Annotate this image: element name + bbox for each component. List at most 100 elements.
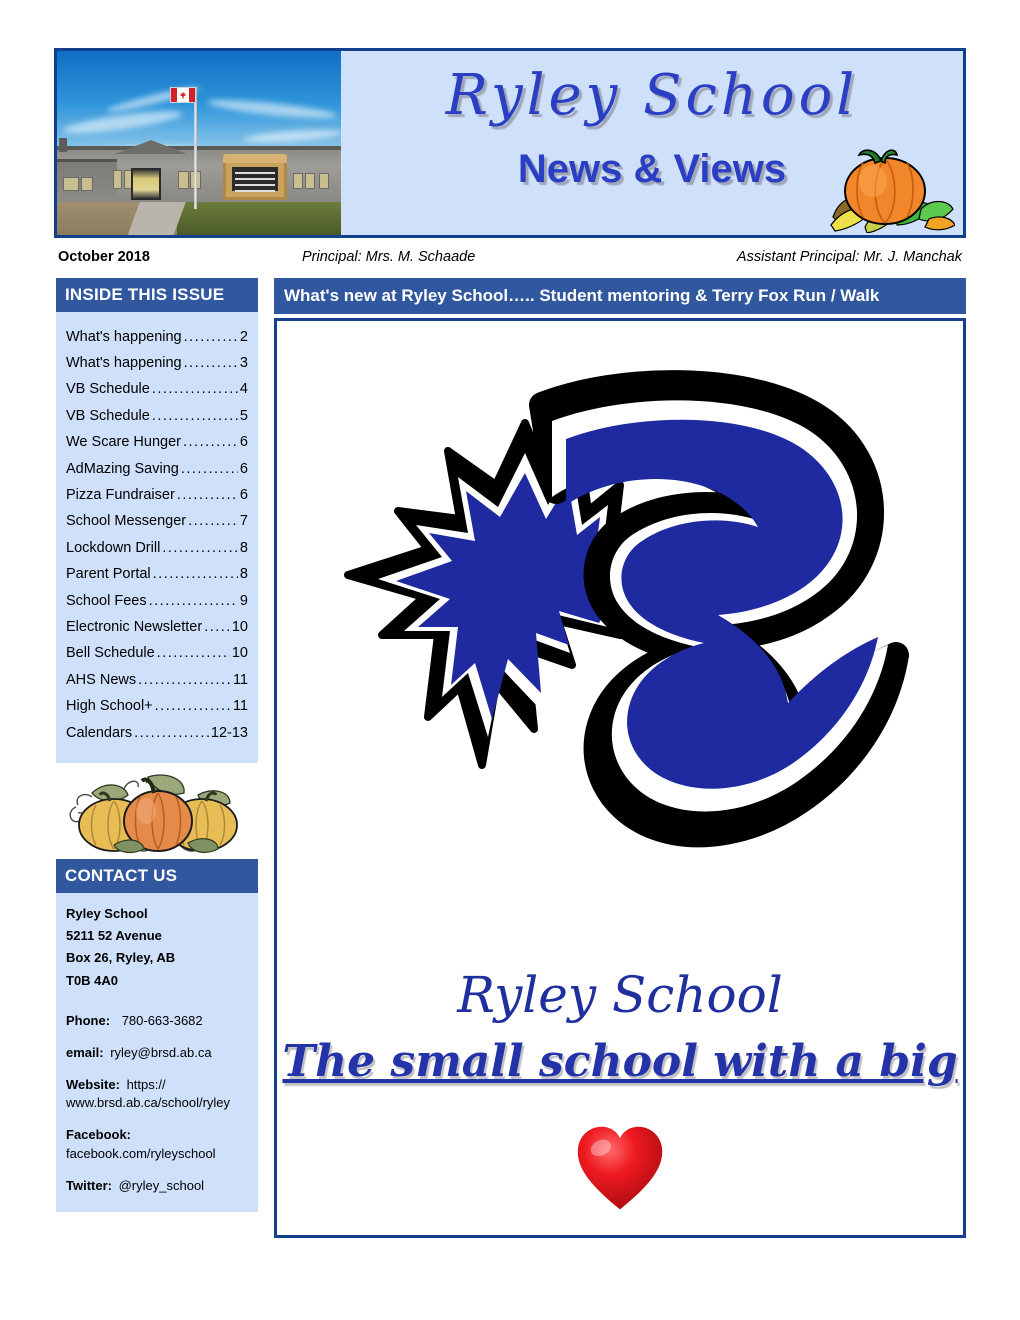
sign-text-line: [235, 178, 275, 181]
toc-leader-dots: .................: [134, 725, 209, 741]
toc-label: Bell Schedule: [66, 645, 155, 662]
toc-label: VB Schedule: [66, 407, 150, 424]
contact-postal-code: T0B 4A0: [66, 972, 119, 988]
toc-leader-dots: .............: [176, 488, 238, 504]
photo-entrance-door: [131, 168, 161, 201]
toc-label: Electronic Newsletter: [66, 619, 203, 636]
table-of-contents: What's happening............2What's happ…: [56, 312, 258, 763]
photo-roof-peak: [115, 139, 187, 154]
toc-label: Lockdown Drill: [66, 539, 161, 556]
logo-tagline-line-2: The small school with a big: [282, 1036, 958, 1087]
contact-email-value[interactable]: ryley@brsd.ab.ca: [110, 1045, 211, 1060]
contact-facebook-label: Facebook:: [66, 1127, 132, 1143]
toc-leader-dots: ............: [183, 356, 238, 371]
toc-page-number: 11: [232, 698, 248, 715]
contact-website-row: Website: https:// www.brsd.ab.ca/school/…: [66, 1076, 248, 1114]
toc-page-number: 2: [239, 328, 248, 345]
toc-page-number: 3: [239, 355, 248, 371]
photo-window: [113, 170, 122, 189]
toc-page-number: 7: [239, 513, 248, 530]
toc-row[interactable]: What's happening............3: [66, 350, 248, 376]
principal-name: Principal: Mrs. M. Schaade: [302, 249, 476, 265]
toc-page-number: 10: [231, 645, 248, 662]
contact-twitter-label: Twitter:: [66, 1178, 112, 1193]
toc-label: Pizza Fundraiser: [66, 487, 175, 504]
toc-row[interactable]: School Fees....................9: [66, 588, 248, 614]
toc-label: AdMazing Saving: [66, 460, 179, 477]
toc-label: What's happening: [66, 355, 182, 371]
contact-facebook-value[interactable]: facebook.com/ryleyschool: [66, 1145, 248, 1164]
sidebar: INSIDE THIS ISSUE What's happening......…: [56, 278, 258, 1212]
school-building-photo: [57, 51, 341, 235]
toc-page-number: 8: [239, 539, 248, 556]
toc-leader-dots: ....................: [151, 382, 238, 398]
toc-row[interactable]: Parent Portal...................8: [66, 562, 248, 588]
toc-page-number: 4: [239, 381, 248, 398]
red-heart-icon: [577, 1126, 663, 1210]
toc-leader-dots: ............: [180, 461, 238, 477]
sign-text-line: [235, 184, 275, 187]
toc-row[interactable]: AHS News.....................11: [66, 667, 248, 693]
contact-us-heading: CONTACT US: [56, 858, 258, 893]
photo-flagpole: [194, 87, 197, 209]
ryley-school-r-star-logo: [344, 370, 909, 848]
toc-page-number: 6: [239, 487, 248, 504]
toc-label: What's happening: [66, 328, 182, 345]
masthead: Ryley School News & Views: [54, 48, 966, 238]
toc-label: Parent Portal: [66, 566, 151, 583]
newsletter-title: Ryley School: [445, 63, 859, 128]
masthead-banner: Ryley School News & Views: [341, 51, 963, 235]
toc-leader-dots: ................: [156, 646, 230, 662]
toc-row[interactable]: AdMazing Saving............6: [66, 456, 248, 482]
toc-row[interactable]: Calendars.................12-13: [66, 720, 248, 746]
photo-window: [81, 176, 93, 191]
toc-page-number: 8: [239, 566, 248, 583]
contact-email-row: email: ryley@brsd.ab.ca: [66, 1044, 248, 1063]
sign-text-line: [235, 190, 275, 193]
contact-box-city: Box 26, Ryley, AB: [66, 950, 176, 966]
main-content-panel: Ryley School The small school with a big: [274, 318, 966, 1238]
contact-phone-label: Phone:: [66, 1012, 111, 1028]
toc-leader-dots: ....................: [148, 593, 238, 609]
main-article-heading: What's new at Ryley School….. Student me…: [274, 278, 966, 314]
contact-website-label: Website:: [66, 1076, 120, 1092]
byline-row: October 2018 Principal: Mrs. M. Schaade …: [54, 249, 966, 271]
toc-page-number: 6: [239, 460, 248, 477]
toc-leader-dots: ............: [183, 329, 238, 345]
canadian-flag-icon: [170, 87, 196, 103]
toc-row[interactable]: We Scare Hunger............6: [66, 430, 248, 456]
contact-phone-row: Phone: 780-663-3682: [66, 1012, 248, 1031]
toc-row[interactable]: Electronic Newsletter..... 10: [66, 614, 248, 640]
toc-page-number: 5: [239, 407, 248, 424]
toc-row[interactable]: Bell Schedule................10: [66, 641, 248, 667]
sign-board: [232, 167, 278, 193]
maple-leaf-icon: [179, 91, 187, 99]
toc-label: School Fees: [66, 592, 147, 609]
toc-leader-dots: .................: [154, 699, 231, 715]
contact-twitter-value[interactable]: @ryley_school: [119, 1178, 204, 1193]
autumn-pumpkin-icon: [830, 149, 955, 233]
toc-label: We Scare Hunger: [66, 434, 181, 451]
toc-row[interactable]: What's happening............2: [66, 324, 248, 350]
photo-window: [319, 173, 329, 189]
sidebar-pumpkin-block: [56, 762, 258, 859]
toc-label: High School+: [66, 698, 153, 715]
toc-row[interactable]: VB Schedule....................5: [66, 403, 248, 429]
contact-website-value[interactable]: https://: [127, 1077, 166, 1092]
three-pumpkins-icon: [69, 773, 238, 853]
toc-leader-dots: ............: [182, 435, 238, 451]
contact-website-value-2[interactable]: www.brsd.ab.ca/school/ryley: [66, 1094, 248, 1113]
contact-phone-value[interactable]: 780-663-3682: [122, 1013, 203, 1028]
photo-window: [178, 171, 189, 189]
toc-row[interactable]: Lockdown Drill.................8: [66, 535, 248, 561]
logo-tagline-line-1: Ryley School: [457, 966, 783, 1024]
toc-page-number: 11: [232, 671, 248, 688]
toc-page-number: 10: [231, 619, 248, 636]
toc-row[interactable]: School Messenger...........7: [66, 509, 248, 535]
toc-row[interactable]: High School+.................11: [66, 694, 248, 720]
toc-row[interactable]: Pizza Fundraiser.............6: [66, 482, 248, 508]
photo-school-marquee-sign: [223, 154, 287, 201]
toc-row[interactable]: VB Schedule....................4: [66, 377, 248, 403]
toc-label: School Messenger: [66, 513, 187, 530]
contact-school-name: Ryley School: [66, 905, 148, 921]
